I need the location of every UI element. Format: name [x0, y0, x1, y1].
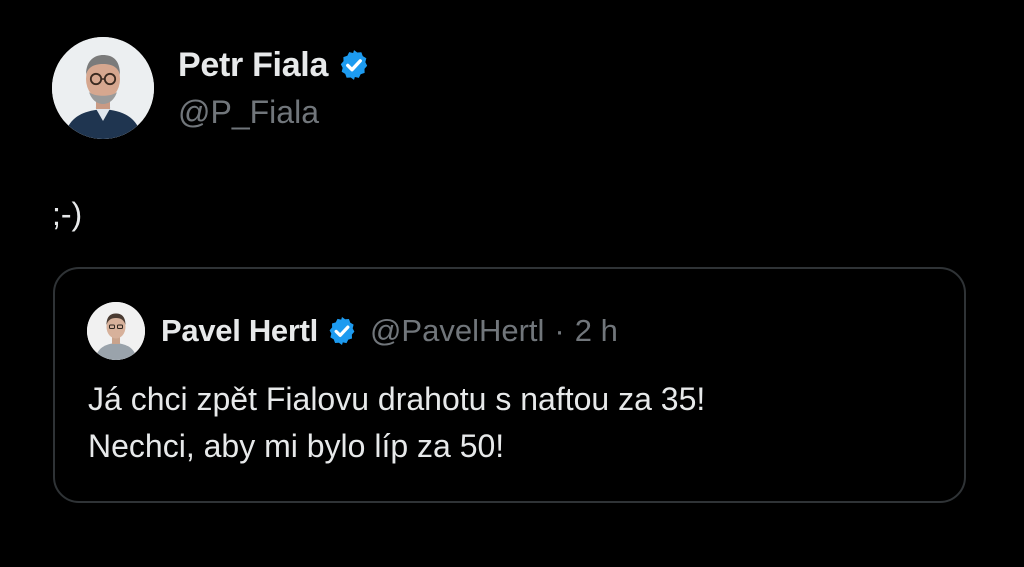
- separator-dot: ·: [554, 313, 565, 348]
- quoted-author-handle[interactable]: @PavelHertl: [370, 313, 544, 349]
- post-text: ;-): [52, 196, 83, 232]
- quoted-post-text-line: Já chci zpět Fialovu drahotu s naftou za…: [88, 381, 706, 417]
- quoted-post-text: Já chci zpět Fialovu drahotu s naftou za…: [88, 376, 705, 470]
- quoted-post-header: Pavel Hertl @PavelHertl · 2 h: [87, 302, 618, 360]
- profile-photo-avatar-icon: [87, 302, 145, 360]
- author-avatar[interactable]: [52, 37, 154, 139]
- profile-photo-avatar-icon: [52, 37, 154, 139]
- quoted-post-text-line: Nechci, aby mi bylo líp za 50!: [88, 428, 505, 464]
- quoted-post-card[interactable]: Pavel Hertl @PavelHertl · 2 h Já chci zp…: [53, 267, 966, 503]
- verified-badge-icon: [340, 50, 368, 80]
- post-header: Petr Fiala @P_Fiala: [52, 37, 371, 139]
- quoted-author-display-name[interactable]: Pavel Hertl: [161, 313, 318, 349]
- author-display-name[interactable]: Petr Fiala: [178, 43, 328, 87]
- quoted-author-avatar[interactable]: [87, 302, 145, 360]
- verified-badge-icon: [329, 317, 355, 345]
- author-handle[interactable]: @P_Fiala: [178, 91, 371, 133]
- quoted-post-timestamp[interactable]: 2 h: [575, 313, 618, 349]
